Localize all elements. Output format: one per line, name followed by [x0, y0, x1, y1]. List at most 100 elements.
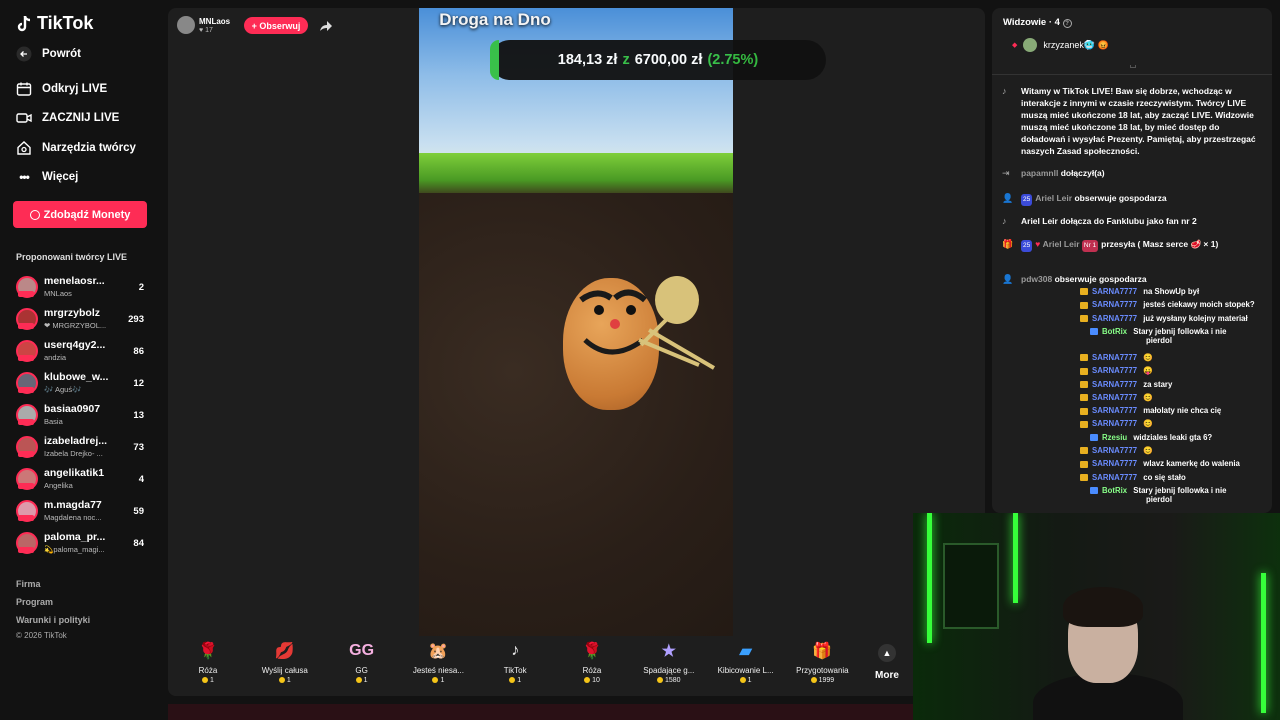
gift-name: Róża [198, 666, 218, 675]
live-badge [18, 355, 34, 361]
viewer-count: 86 [133, 346, 144, 357]
more-gifts-button[interactable]: ▲ More [872, 644, 902, 681]
chat-text: dołączył(a) [1060, 168, 1105, 178]
overlay-chat-message: SARNA7777 wlavz kamerkę do walenia [1080, 459, 1240, 468]
live-badge [18, 451, 34, 457]
host-avatar[interactable] [177, 16, 195, 34]
gift-item[interactable]: 🎁 Przygotowania 1999 [786, 640, 858, 696]
suggested-creator[interactable]: angelikatik1 Angelika 4 [16, 466, 148, 494]
collapse-icon[interactable] [1130, 65, 1136, 68]
overlay-chat-message: SARNA7777 na ShowUp był [1080, 287, 1199, 296]
coin-icon [657, 677, 663, 684]
gift-price: 1999 [786, 677, 858, 684]
gift-icon: ★ [661, 643, 676, 660]
gift-name: Jesteś niesa... [412, 666, 464, 675]
suggested-creator[interactable]: mrgrzybolz ❤ MRGRZYBOL... 293 [16, 306, 148, 334]
tiktok-note-icon [17, 15, 31, 31]
level-badge: 25 [1021, 240, 1033, 252]
overlay-user: SARNA7777 [1092, 419, 1138, 429]
top-viewer[interactable]: ◆ krzyzanek🥶 😡 [1012, 38, 1109, 52]
tiktok-logo[interactable]: TikTok [16, 13, 93, 34]
nav-discover-live[interactable]: Odkryj LIVE [16, 81, 107, 97]
footer-link-company[interactable]: Firma [16, 579, 41, 589]
get-coins-button[interactable]: Zdobądź Monety [13, 201, 147, 228]
overlay-user: SARNA7777 [1092, 287, 1138, 296]
back-button[interactable]: Powrót [16, 46, 81, 62]
creator-nickname: andzia [44, 353, 67, 362]
level-badge: 25 [1021, 194, 1033, 206]
follow-button[interactable]: + Obserwuj [244, 17, 308, 34]
goal-text: 184,13 zł z 6700,00 zł (2.75%) [490, 40, 826, 80]
chat-user[interactable]: Ariel Leir [1043, 239, 1080, 249]
gift-name: Spadające g... [643, 666, 695, 675]
green-led-strip [927, 513, 932, 643]
footer-link-program[interactable]: Program [16, 597, 53, 607]
live-badge [18, 291, 34, 297]
suggested-creator[interactable]: m.magda77 Magdalena noc... 59 [16, 498, 148, 526]
suggested-creator[interactable]: klubowe_w... 🎶 Aguś🎶 12 [16, 370, 148, 398]
bot-badge-icon [1090, 434, 1098, 442]
gift-item[interactable]: 🌹 Róża 10 [556, 640, 628, 696]
nav-start-live[interactable]: ZACZNIJ LIVE [16, 110, 119, 126]
gift-item[interactable]: ★ Spadające g... 1580 [633, 640, 705, 696]
gift-name: GG [355, 666, 368, 675]
crown-badge-icon [1080, 380, 1088, 388]
live-calendar-icon [16, 81, 32, 97]
gift-price: 1 [402, 677, 474, 684]
overlay-text: 😊 [1143, 352, 1153, 362]
gift-name: Przygotowania [796, 666, 849, 675]
overlay-text: małolaty nie chca cię [1143, 406, 1222, 416]
viewer-count: 73 [133, 442, 144, 453]
nav-more[interactable]: ••• Więcej [16, 169, 78, 185]
live-stream-panel: MNLaos ♥ 17 + Obserwuj Droga na Dno 184,… [168, 8, 985, 696]
suggested-creator[interactable]: paloma_pr... 💫paloma_magi... 84 [16, 530, 148, 558]
suggested-creator[interactable]: izabeladrej... Izabela Drejko- ... 73 [16, 434, 148, 462]
footer-link-terms[interactable]: Warunki i polityki [16, 615, 90, 625]
gift-price-value: 1580 [665, 677, 681, 684]
suggested-creator[interactable]: basiaa0907 Basia 13 [16, 402, 148, 430]
overlay-chat-message: SARNA7777 jesteś ciekawy moich stopek? [1080, 300, 1255, 309]
bot-badge-icon [1090, 487, 1098, 495]
crown-badge-icon [1080, 301, 1088, 309]
viewers-header[interactable]: Widzowie · 4 ? [1003, 17, 1072, 28]
live-badge [18, 483, 34, 489]
overlay-user: SARNA7777 [1092, 366, 1138, 376]
gift-item[interactable]: 🐹 Jesteś niesa... 1 [402, 640, 474, 696]
chat-user[interactable]: Ariel Leir [1035, 193, 1072, 203]
coin-icon [509, 677, 516, 684]
live-badge [18, 515, 34, 521]
creator-name: klubowe_w... [44, 371, 109, 383]
host-name[interactable]: MNLaos [199, 17, 230, 26]
tiktok-note-icon: ♪ [1002, 86, 1007, 96]
suggested-creator[interactable]: menelaosr... MNLaos 2 [16, 274, 148, 302]
overlay-user: SARNA7777 [1092, 446, 1138, 455]
stream-video[interactable] [419, 8, 733, 638]
nav-label: Narzędzia twórcy [42, 142, 136, 154]
overlay-text: 😊 [1143, 392, 1153, 402]
creator-name: menelaosr... [44, 275, 105, 287]
nav-creator-tools[interactable]: Narzędzia twórcy [16, 140, 136, 156]
info-icon[interactable]: ? [1062, 19, 1072, 28]
chat-text: obserwuje gospodarza [1074, 193, 1167, 203]
suggested-creator[interactable]: userq4gy2... andzia 86 [16, 338, 148, 366]
coin-icon [810, 677, 817, 684]
gift-name: Róża [582, 666, 602, 675]
gift-item[interactable]: GG GG 1 [326, 640, 398, 696]
gift-item[interactable]: 💋 Wyślij całusa 1 [249, 640, 321, 696]
creator-name: paloma_pr... [44, 531, 106, 543]
overlay-text: już wysłany kolejny materiał [1143, 313, 1248, 323]
share-icon[interactable] [318, 18, 334, 34]
overlay-chat-message: SARNA7777 😊 [1080, 419, 1153, 428]
overlay-chat-message: SARNA7777 😊 [1080, 446, 1153, 455]
viewer-count: 84 [133, 538, 144, 549]
gift-item[interactable]: ▰ Kibicowanie L... 1 [710, 640, 782, 696]
creator-nickname: 🎶 Aguś🎶 [44, 385, 82, 394]
viewer-avatar [1023, 38, 1038, 52]
overlay-text: jesteś ciekawy moich stopek? [1143, 300, 1255, 310]
gift-item[interactable]: 🌹 Róża 1 [172, 640, 244, 696]
gift-item[interactable]: ♪ TikTok 1 [479, 640, 551, 696]
chat-user[interactable]: papamnll [1021, 168, 1058, 178]
chat-text: Ariel Leir dołącza do Fanklubu jako fan … [1021, 216, 1197, 226]
chat-user[interactable]: pdw308 [1021, 274, 1052, 284]
viewers-label: Widzowie · 4 [1003, 17, 1060, 28]
